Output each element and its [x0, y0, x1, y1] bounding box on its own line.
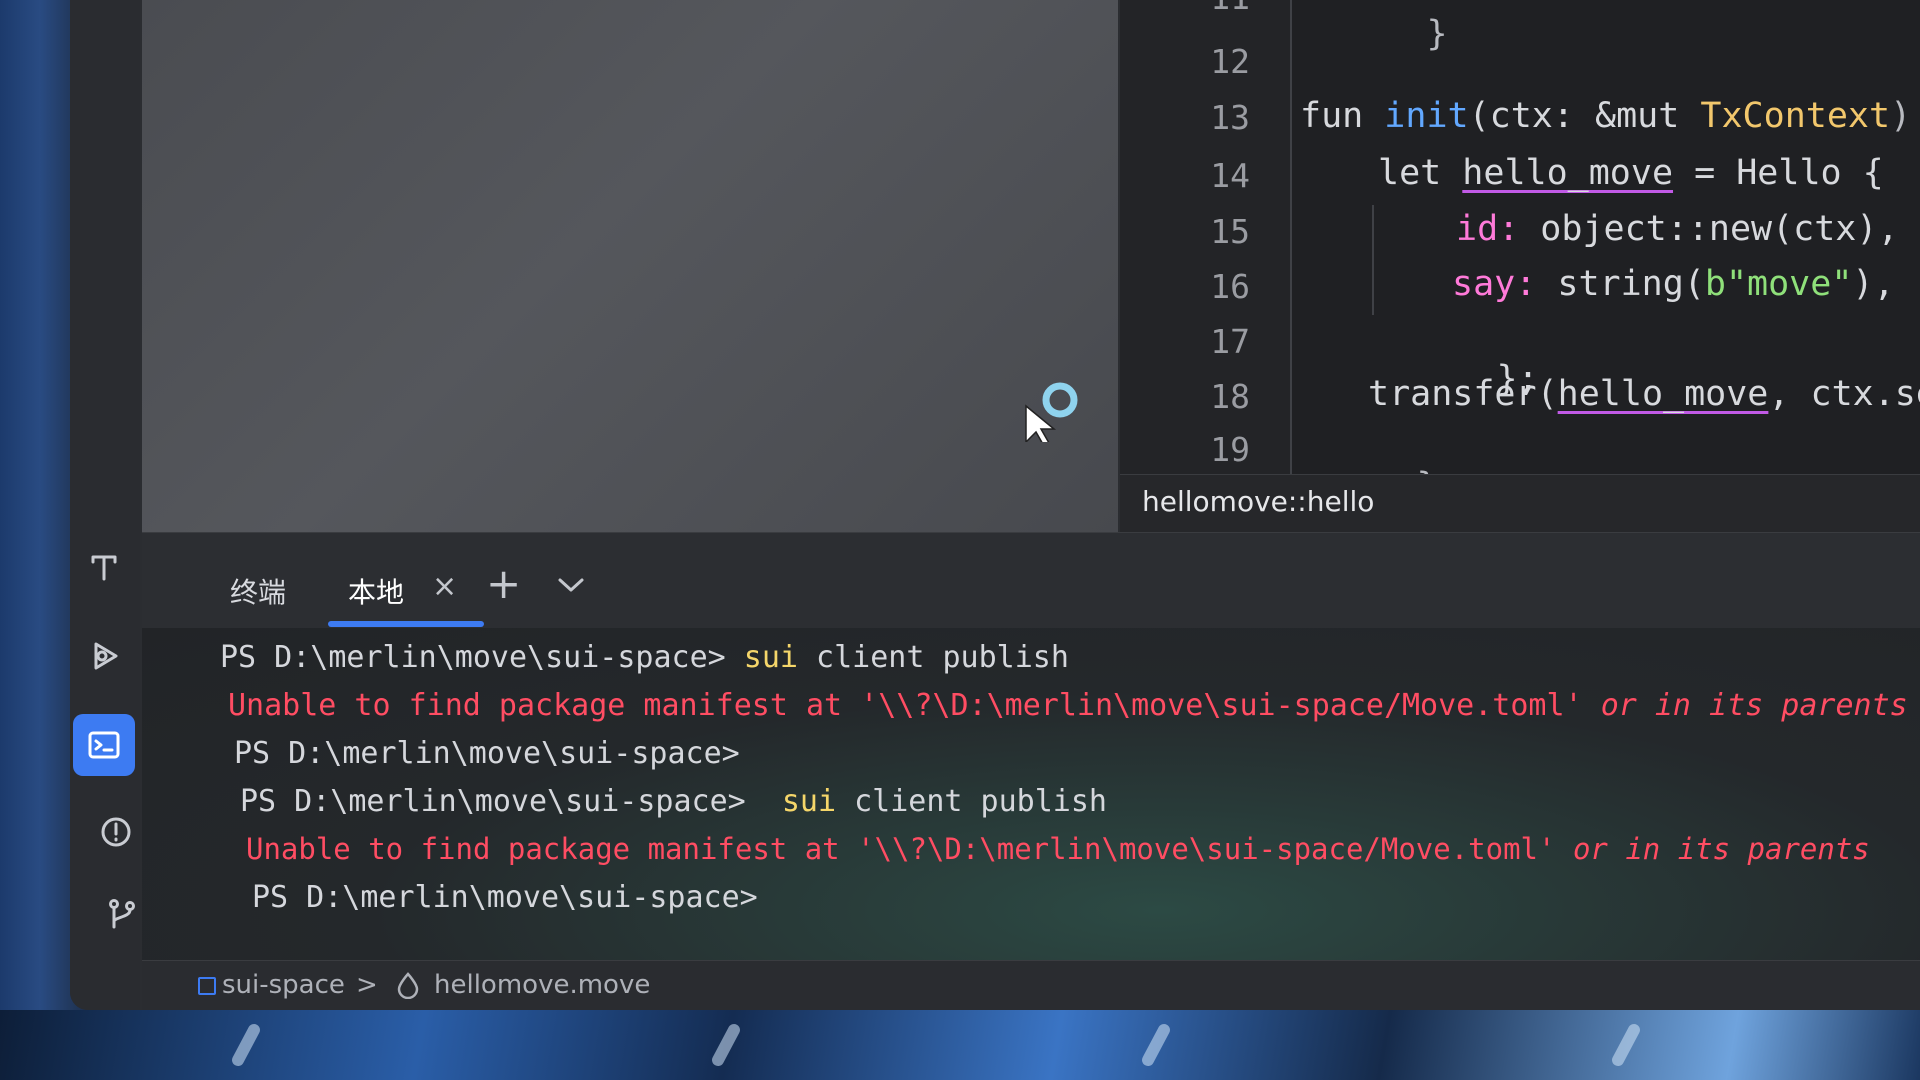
line-number: 11 [1160, 0, 1250, 17]
terminal-icon[interactable] [73, 714, 135, 776]
code-line-13: fun init(ctx: &mut TxContext) { [1300, 96, 1920, 136]
line-number: 14 [1210, 156, 1250, 195]
terminal-error-line: Unable to find package manifest at '\\?\… [228, 688, 1908, 723]
terminal-line: PS D:\merlin\move\sui-space> sui client … [240, 784, 1107, 819]
code-token: let [1378, 153, 1442, 193]
code-line-11: } [1300, 0, 1448, 94]
chevron-down-icon[interactable] [556, 575, 586, 599]
problems-icon[interactable] [90, 806, 142, 858]
code-line-15: id: object::new(ctx), [1456, 209, 1899, 249]
line-number: 19 [1210, 430, 1250, 469]
line-number: 17 [1210, 322, 1250, 361]
file-name[interactable]: hellomove.move [434, 970, 650, 1000]
add-terminal-icon[interactable]: + [486, 559, 521, 608]
tab-terminal[interactable]: 终端 [230, 571, 286, 611]
ide-window: 11 12 13 14 15 16 17 18 19 } fun init(ct… [70, 0, 1920, 1010]
mouse-cursor-icon [1025, 382, 1078, 442]
code-token: init [1384, 96, 1469, 136]
line-number: 16 [1210, 267, 1250, 306]
terminal-error-line: Unable to find package manifest at '\\?\… [246, 832, 1870, 866]
activity-bar [70, 0, 140, 1010]
code-editor[interactable]: 11 12 13 14 15 16 17 18 19 } fun init(ct… [1120, 0, 1920, 506]
run-icon[interactable] [78, 630, 130, 682]
tab-local[interactable]: 本地 [348, 571, 404, 611]
close-tab-icon[interactable]: × [432, 569, 457, 604]
command-text: sui [781, 784, 837, 819]
code-token: hello_move [1462, 153, 1674, 193]
code-token: string( [1557, 264, 1705, 304]
error-tail-text: or in its parents [1600, 688, 1908, 723]
terminal-line: PS D:\merlin\move\sui-space> [252, 880, 758, 915]
prompt-text: PS D:\merlin\move\sui-space> [220, 640, 726, 675]
project-square-icon [198, 977, 216, 995]
prompt-text: PS D:\merlin\move\sui-space> [234, 736, 740, 771]
line-number: 12 [1210, 42, 1250, 81]
git-branch-icon[interactable] [96, 888, 148, 940]
code-token: ) { [1890, 96, 1912, 136]
indent-guide [1372, 205, 1374, 315]
code-token: transfer( [1368, 374, 1558, 414]
terminal-line: PS D:\merlin\move\sui-space> [234, 736, 740, 771]
terminal-tab-bar: 终端 本地 × + [142, 532, 1920, 629]
prompt-text: PS D:\merlin\move\sui-space> [240, 784, 746, 819]
code-token: fun [1300, 96, 1364, 136]
editor-breadcrumb-bar: hellomove::hello [1120, 474, 1920, 533]
status-bar: sui-space > hellomove.move [142, 960, 1920, 1010]
prompt-text: PS D:\merlin\move\sui-space> [252, 880, 758, 915]
code-token: TxContext [1700, 96, 1891, 136]
code-token: id: [1456, 209, 1520, 249]
command-text: sui [743, 640, 798, 675]
active-tab-indicator [328, 621, 484, 627]
error-text: Unable to find package manifest at '\\?\… [246, 832, 1556, 866]
code-token: ), [1852, 264, 1895, 304]
command-args: client publish [816, 640, 1069, 675]
project-name[interactable]: sui-space [222, 970, 345, 1000]
line-number: 18 [1210, 377, 1250, 416]
code-token: say: [1452, 264, 1537, 304]
line-number: 13 [1210, 98, 1250, 137]
code-line-16: say: string(b"move"), [1452, 264, 1895, 304]
line-number-gutter: 11 12 13 14 15 16 17 18 19 [1120, 0, 1292, 474]
error-tail-text: or in its parents [1572, 832, 1870, 866]
breadcrumb-separator: > [356, 970, 378, 1000]
terminal-line: PS D:\merlin\move\sui-space> sui client … [220, 640, 1069, 675]
code-token: object::new(ctx), [1540, 209, 1899, 249]
empty-editor-area [142, 0, 1118, 532]
code-token: &mut [1595, 96, 1680, 136]
command-args: client publish [854, 784, 1107, 819]
build-hammer-icon[interactable] [78, 540, 130, 592]
code-token: } [1426, 14, 1448, 54]
code-token: = Hello { [1694, 153, 1884, 193]
code-token: b"move" [1704, 264, 1853, 304]
line-number: 15 [1210, 212, 1250, 251]
code-line-14: let hello_move = Hello { [1378, 153, 1884, 193]
terminal-output[interactable]: PS D:\merlin\move\sui-space> sui client … [142, 628, 1920, 960]
module-breadcrumb[interactable]: hellomove::hello [1142, 485, 1374, 518]
desktop-wallpaper-strip [0, 1010, 1920, 1080]
indent-guide [1290, 0, 1292, 474]
code-token: , ctx.sender() [1768, 374, 1920, 414]
code-token: (ctx: [1468, 96, 1596, 136]
move-file-drop-icon [396, 971, 420, 1006]
error-text: Unable to find package manifest at '\\?\… [228, 688, 1583, 723]
code-token: hello_move [1557, 374, 1769, 414]
code-line-18: transfer(hello_move, ctx.sender() [1368, 374, 1920, 414]
